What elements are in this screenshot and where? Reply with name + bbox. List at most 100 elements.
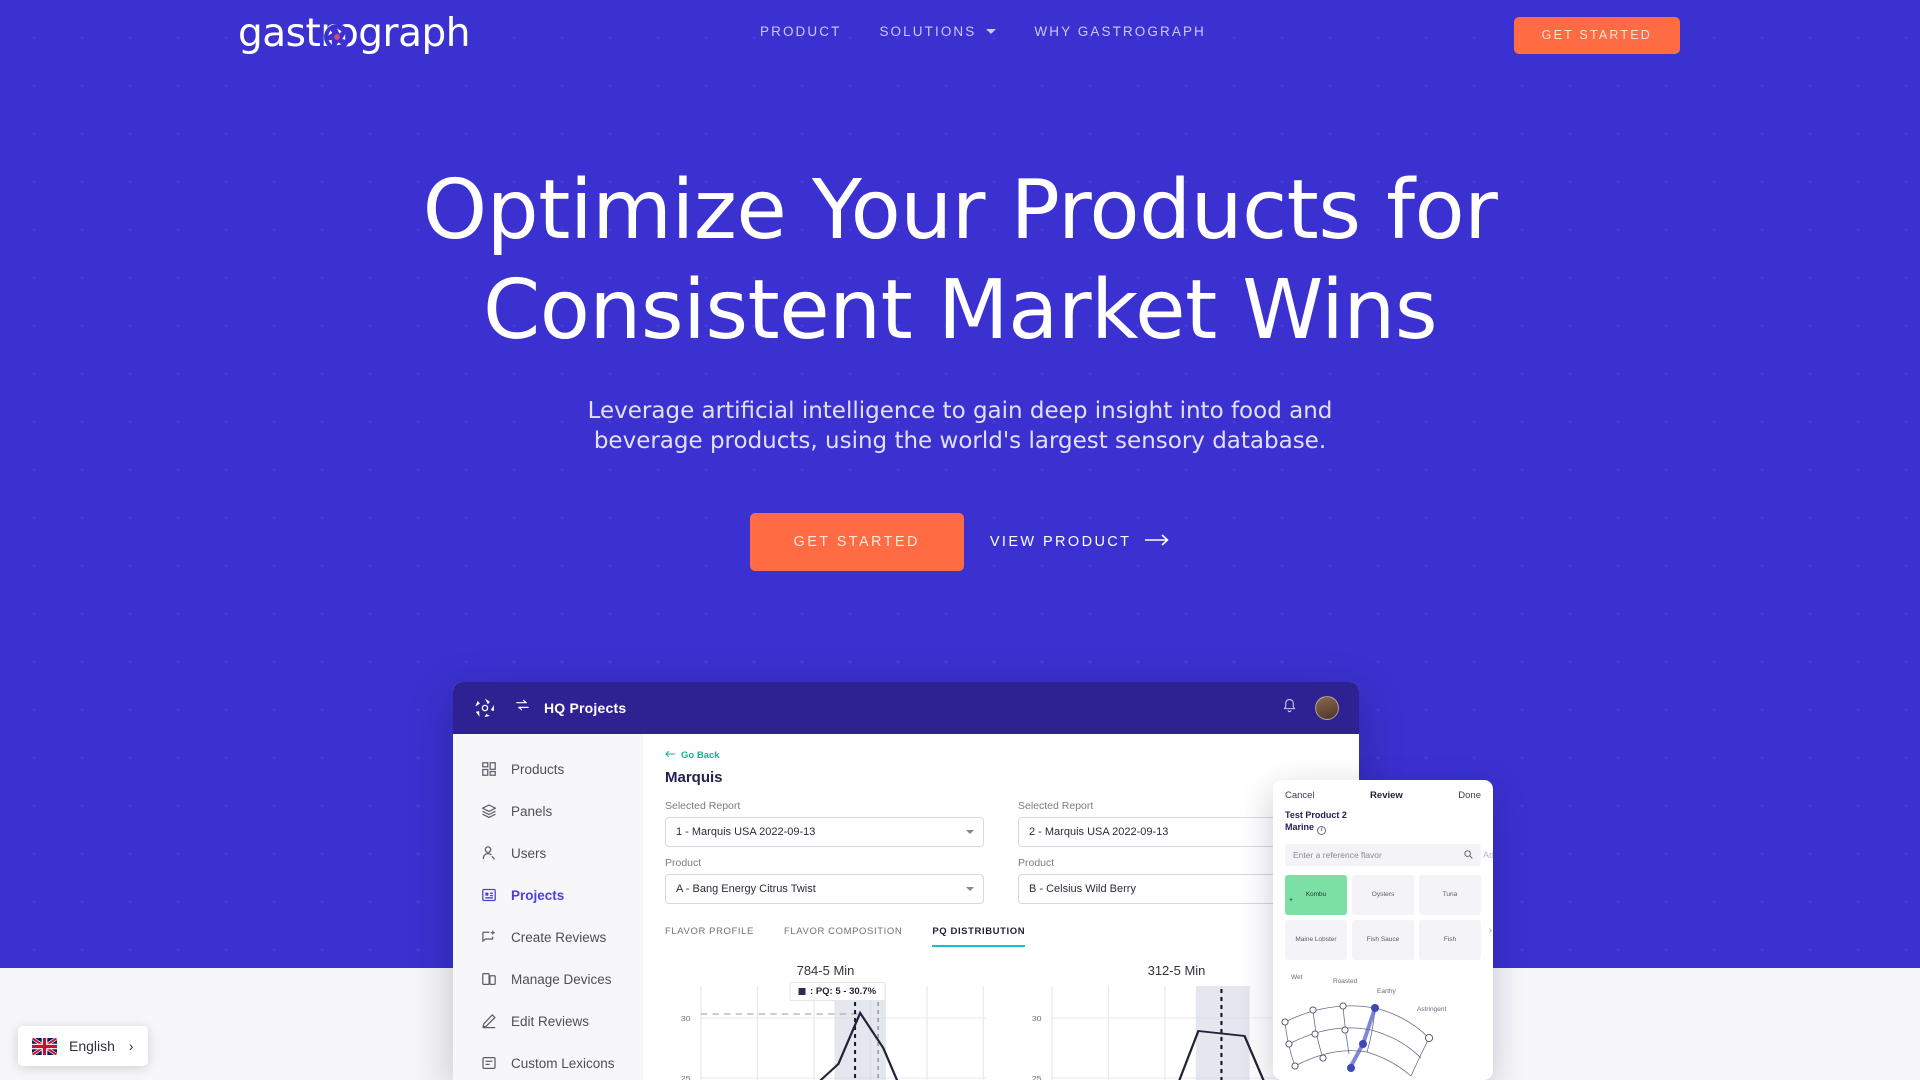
site-logo[interactable]: gastrograph	[238, 14, 470, 53]
add-note-icon	[481, 929, 497, 945]
avatar[interactable]	[1315, 696, 1339, 720]
chevron-down-icon	[966, 830, 974, 834]
hero-heading-line-1: Optimize Your Products for	[422, 163, 1498, 258]
arrow-right-icon	[1145, 534, 1170, 550]
radar-label-wet: Wet	[1291, 974, 1303, 982]
tab-flavor-profile[interactable]: FLAVOR PROFILE	[665, 926, 754, 947]
language-selector[interactable]: English ›	[18, 1026, 148, 1066]
flavor-chip-kombu[interactable]: + Kombu	[1285, 875, 1347, 916]
sidebar-item-products[interactable]: Products	[453, 748, 643, 790]
done-button[interactable]: Done	[1458, 790, 1481, 801]
search-icon[interactable]	[1464, 849, 1473, 861]
review-attribute-label: Marine	[1285, 822, 1315, 833]
review-panel: Cancel Review Done Test Product 2 Marine…	[1273, 780, 1493, 1080]
nav-item-why-gastrograph[interactable]: WHY GASTROGRAPH	[1034, 24, 1206, 39]
flavor-chip-fish[interactable]: Fish	[1419, 920, 1481, 961]
nav-item-solutions[interactable]: SOLUTIONS	[879, 24, 997, 39]
field-label: Product	[665, 857, 702, 869]
svg-text:25: 25	[681, 1075, 692, 1080]
sidebar-item-create-reviews[interactable]: Create Reviews	[453, 916, 643, 958]
chip-label: Oysters	[1371, 890, 1395, 898]
flavor-chip-tuna[interactable]: Tuna	[1419, 875, 1481, 916]
app-topbar-right	[1282, 696, 1339, 720]
add-button[interactable]: Add	[1483, 850, 1493, 860]
sidebar-item-manage-devices[interactable]: Manage Devices	[453, 958, 643, 1000]
chip-label: Fish	[1443, 935, 1457, 943]
chevron-down-icon	[966, 887, 974, 891]
cancel-button[interactable]: Cancel	[1285, 790, 1315, 801]
selected-report-dropdown-1[interactable]: 1 - Marquis USA 2022-09-13	[665, 817, 984, 847]
sidebar-item-custom-lexicons[interactable]: Custom Lexicons	[453, 1042, 643, 1080]
flavor-chip-fish-sauce[interactable]: Fish Sauce	[1352, 920, 1414, 961]
search-input-placeholder: Enter a reference flavor	[1293, 850, 1382, 861]
sidebar-item-label: Users	[511, 845, 547, 861]
arrow-left-icon	[665, 750, 676, 761]
flavor-chip-grid: + Kombu Oysters Tuna Maine Lobster Fish …	[1285, 875, 1481, 961]
hero-subtitle-line-2: beverage products, using the world's lar…	[593, 428, 1327, 455]
tab-pq-distribution[interactable]: PQ DISTRIBUTION	[932, 926, 1026, 947]
app-title: HQ Projects	[544, 700, 627, 716]
hero-get-started-button[interactable]: GET STARTED	[749, 512, 964, 571]
sidebar-item-panels[interactable]: Panels	[453, 790, 643, 832]
hero-section: Optimize Your Products for Consistent Ma…	[0, 170, 1920, 571]
reference-flavor-search[interactable]: Enter a reference flavor Add	[1285, 844, 1493, 867]
tooltip-swatch-icon	[798, 988, 806, 995]
sidebar-item-projects[interactable]: Projects	[453, 874, 643, 916]
chip-label: Fish Sauce	[1366, 935, 1400, 943]
dropdown-value: 2 - Marquis USA 2022-09-13	[1029, 826, 1169, 838]
plus-icon: +	[1289, 896, 1294, 904]
nav-item-product[interactable]: PRODUCT	[760, 24, 841, 39]
review-panel-title: Review	[1370, 790, 1403, 801]
chart-784-5-min: 784-5 Min : PQ: 5 - 30.7% 30 25	[665, 963, 986, 1080]
app-screenshot: HQ Projects Products Panels Users Projec…	[453, 682, 1359, 1080]
flavor-chip-maine-lobster[interactable]: Maine Lobster	[1285, 920, 1347, 961]
review-panel-header: Cancel Review Done	[1285, 790, 1481, 801]
go-back-link[interactable]: Go Back	[665, 750, 1337, 761]
sidebar-item-users[interactable]: Users	[453, 832, 643, 874]
nav-link-label: SOLUTIONS	[879, 24, 977, 39]
go-back-label: Go Back	[681, 750, 720, 761]
hero-view-product-button[interactable]: VIEW PRODUCT	[990, 534, 1171, 550]
language-label: English	[69, 1038, 115, 1054]
report-field-row: Selected Report 1 - Marquis USA 2022-09-…	[665, 800, 1337, 847]
tab-flavor-composition[interactable]: FLAVOR COMPOSITION	[784, 926, 902, 947]
notification-bell-icon[interactable]	[1282, 698, 1297, 719]
project-title: Marquis	[665, 769, 723, 786]
hero-subtitle-line-1: Leverage artificial intelligence to gain…	[587, 398, 1333, 424]
pencil-icon	[481, 1013, 497, 1029]
sidebar-item-label: Custom Lexicons	[511, 1055, 615, 1071]
hero-view-product-label: VIEW PRODUCT	[989, 533, 1132, 550]
nav-get-started-button[interactable]: GET STARTED	[1513, 17, 1680, 54]
nav-link-label: WHY GASTROGRAPH	[1034, 24, 1206, 39]
info-icon[interactable]: i	[1317, 826, 1327, 836]
gastrograph-aperture-icon[interactable]	[473, 696, 497, 720]
dropdown-value: B - Celsius Wild Berry	[1029, 883, 1136, 895]
chevron-right-icon[interactable]: ›	[1489, 925, 1492, 936]
sidebar-item-edit-reviews[interactable]: Edit Reviews	[453, 1000, 643, 1042]
chevron-down-icon	[986, 29, 997, 34]
hero-subtitle: Leverage artificial intelligence to gain…	[0, 396, 1920, 457]
radar-svg	[1281, 1002, 1434, 1077]
uk-flag-icon	[32, 1037, 57, 1055]
grid-icon	[481, 761, 497, 777]
chip-label: Tuna	[1442, 890, 1458, 898]
chevron-right-icon: ›	[128, 1038, 134, 1054]
devices-icon	[481, 971, 497, 987]
document-icon	[481, 887, 497, 903]
tooltip-label: : PQ: 5 - 30.7%	[810, 986, 877, 997]
flavor-chip-oysters[interactable]: Oysters	[1352, 875, 1414, 916]
sidebar-item-label: Panels	[511, 803, 553, 819]
chart-tooltip: : PQ: 5 - 30.7%	[789, 982, 886, 1001]
sidebar-item-label: Edit Reviews	[511, 1013, 590, 1029]
layers-icon	[481, 803, 497, 819]
dropdown-value: 1 - Marquis USA 2022-09-13	[676, 826, 816, 838]
logo-wordmark: gastrograph	[238, 11, 470, 56]
page-title: Optimize Your Products for Consistent Ma…	[0, 170, 1920, 352]
flavor-radar-chart: Wet Roasted Earthy Astringent	[1281, 974, 1481, 1077]
app-topbar: HQ Projects	[453, 682, 1359, 734]
nav-link-label: PRODUCT	[760, 24, 842, 39]
product-dropdown-1[interactable]: A - Bang Energy Citrus Twist	[665, 874, 984, 904]
sidebar-item-label: Create Reviews	[511, 929, 607, 945]
swap-arrows-icon[interactable]	[515, 698, 530, 718]
sidebar-item-label: Manage Devices	[511, 971, 612, 987]
